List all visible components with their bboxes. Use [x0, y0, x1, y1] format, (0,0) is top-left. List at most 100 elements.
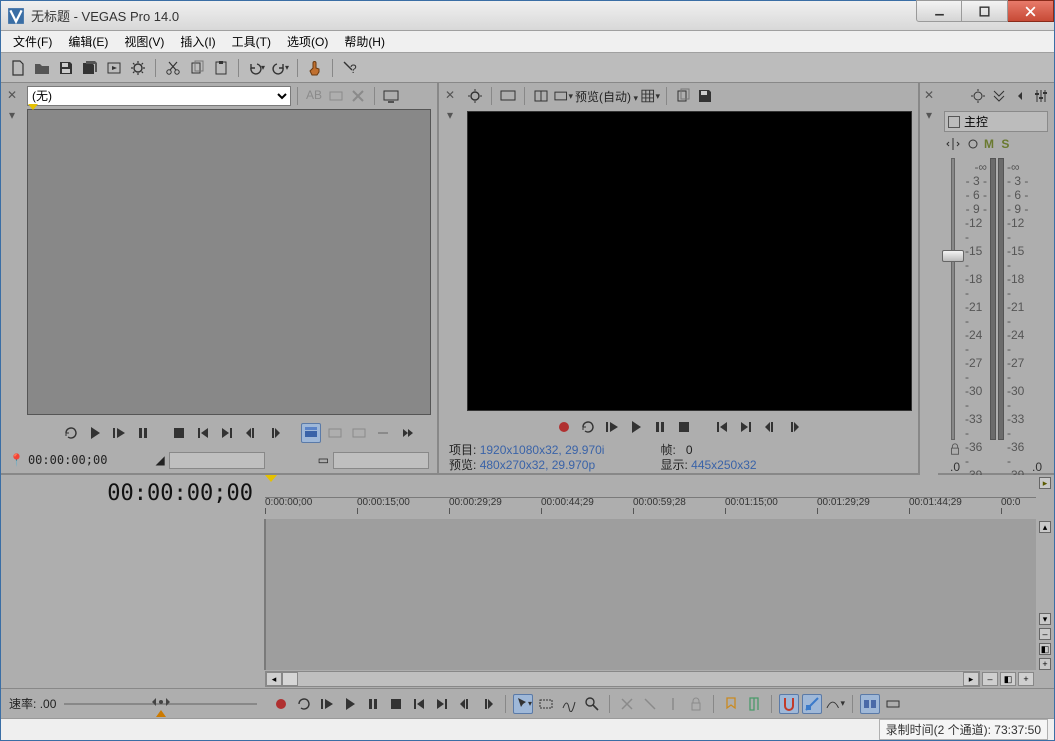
vzoom-in-button[interactable]: +: [1039, 658, 1051, 670]
next-frame-icon[interactable]: [265, 423, 285, 443]
close-panel-icon[interactable]: ✕: [442, 87, 458, 103]
maximize-button[interactable]: [962, 0, 1008, 22]
menu-view[interactable]: 视图(V): [116, 31, 172, 52]
envelope-tool-button[interactable]: [559, 694, 579, 714]
trimmer-viewport[interactable]: [27, 109, 431, 415]
abc-icon[interactable]: ABC: [304, 86, 324, 106]
normal-edit-tool-button[interactable]: ▾: [513, 694, 533, 714]
scroll-up-button[interactable]: ▴: [1039, 521, 1051, 533]
loop-icon[interactable]: [61, 423, 81, 443]
pause-button[interactable]: [363, 694, 383, 714]
redo-icon[interactable]: ▾: [269, 57, 291, 79]
pan-icon[interactable]: [944, 135, 962, 153]
expand-panel-icon[interactable]: ▾: [4, 107, 20, 123]
stop-icon[interactable]: [169, 423, 189, 443]
fader[interactable]: [944, 158, 962, 440]
save-snapshot-icon[interactable]: [695, 86, 715, 106]
zoom-in-button[interactable]: +: [1018, 672, 1034, 686]
menu-help[interactable]: 帮助(H): [336, 31, 393, 52]
pause-icon[interactable]: [650, 417, 670, 437]
dim-icon[interactable]: [1011, 87, 1029, 105]
master-label[interactable]: 主控: [944, 111, 1048, 132]
auto-ripple-button[interactable]: [860, 694, 880, 714]
play-icon[interactable]: [626, 417, 646, 437]
autocrossfade-button[interactable]: [825, 694, 845, 714]
paste-icon[interactable]: [210, 57, 232, 79]
external-monitor-icon[interactable]: [381, 86, 401, 106]
mixer-settings-icon[interactable]: [1032, 87, 1050, 105]
open-icon[interactable]: [31, 57, 53, 79]
timeline-cursor-marker[interactable]: [265, 475, 277, 482]
play-icon[interactable]: [85, 423, 105, 443]
add-video-icon[interactable]: [325, 423, 345, 443]
marker-tool-button[interactable]: [721, 694, 741, 714]
loop-icon[interactable]: [578, 417, 598, 437]
mute-solo-label[interactable]: M S: [984, 137, 1011, 151]
automation-icon[interactable]: [964, 135, 982, 153]
scroll-down-button[interactable]: ▾: [1039, 613, 1051, 625]
ignore-event-grouping-button[interactable]: [883, 694, 903, 714]
split-button[interactable]: [663, 694, 683, 714]
preview-viewport[interactable]: [467, 111, 912, 411]
next-frame-icon[interactable]: [784, 417, 804, 437]
track-headers[interactable]: [19, 519, 265, 670]
stop-icon[interactable]: [674, 417, 694, 437]
lock-events-button[interactable]: [686, 694, 706, 714]
play-button[interactable]: [340, 694, 360, 714]
selection-tool-button[interactable]: [536, 694, 556, 714]
add-to-timeline-icon[interactable]: [301, 423, 321, 443]
close-panel-icon[interactable]: ✕: [4, 87, 20, 103]
go-end-button[interactable]: [432, 694, 452, 714]
save-icon[interactable]: [55, 57, 77, 79]
record-icon[interactable]: [554, 417, 574, 437]
prev-frame-button[interactable]: [455, 694, 475, 714]
next-frame-button[interactable]: [478, 694, 498, 714]
fader-handle[interactable]: [942, 250, 964, 262]
minimize-button[interactable]: [916, 0, 962, 22]
close-button[interactable]: [1008, 0, 1054, 22]
scroll-thumb[interactable]: [282, 672, 298, 686]
menu-edit[interactable]: 编辑(E): [60, 31, 116, 52]
mixer-props-icon[interactable]: [969, 87, 987, 105]
grid-icon[interactable]: [640, 86, 660, 106]
snap-button[interactable]: [779, 694, 799, 714]
expand-panel-icon[interactable]: ▾: [921, 107, 937, 123]
menu-tools[interactable]: 工具(T): [224, 31, 279, 52]
save-all-icon[interactable]: [79, 57, 101, 79]
trim-start-button[interactable]: [617, 694, 637, 714]
external-preview-icon[interactable]: [498, 86, 518, 106]
trim-end-button[interactable]: [640, 694, 660, 714]
stop-button[interactable]: [386, 694, 406, 714]
prev-frame-icon[interactable]: [241, 423, 261, 443]
play-from-start-icon[interactable]: [602, 417, 622, 437]
timeline-tracks-area[interactable]: [265, 519, 1036, 670]
vzoom-out-button[interactable]: –: [1039, 628, 1051, 640]
marker-button[interactable]: ▸: [1039, 477, 1051, 489]
cut-icon[interactable]: [162, 57, 184, 79]
more-icon[interactable]: [397, 423, 417, 443]
menu-options[interactable]: 选项(O): [279, 31, 336, 52]
timeline-ruler[interactable]: 0:00:00;0000:00:15;0000:00:29;2900:00:44…: [265, 475, 1036, 519]
loop-playback-button[interactable]: [294, 694, 314, 714]
shuttle-knob-icon[interactable]: [150, 695, 172, 709]
play-from-start-icon[interactable]: [109, 423, 129, 443]
close-panel-icon[interactable]: ✕: [921, 87, 937, 103]
copy-snapshot-icon[interactable]: [673, 86, 693, 106]
in-time-field[interactable]: [169, 452, 265, 469]
out-time-field[interactable]: [333, 452, 429, 469]
fit-icon[interactable]: [349, 423, 369, 443]
undo-icon[interactable]: ▾: [245, 57, 267, 79]
vzoom-default-button[interactable]: ◧: [1039, 643, 1051, 655]
go-end-icon[interactable]: [217, 423, 237, 443]
preview-quality-dropdown[interactable]: 预览(自动): [575, 88, 638, 105]
new-icon[interactable]: [7, 57, 29, 79]
menu-file[interactable]: 文件(F): [5, 31, 60, 52]
go-start-icon[interactable]: [712, 417, 732, 437]
render-icon[interactable]: [103, 57, 125, 79]
pause-icon[interactable]: [133, 423, 153, 443]
expand-panel-icon[interactable]: ▾: [442, 107, 458, 123]
go-start-icon[interactable]: [193, 423, 213, 443]
trimmer-media-combo[interactable]: (无): [27, 86, 291, 106]
scroll-left-button[interactable]: ◂: [266, 672, 282, 686]
zoom-out-button[interactable]: –: [982, 672, 998, 686]
